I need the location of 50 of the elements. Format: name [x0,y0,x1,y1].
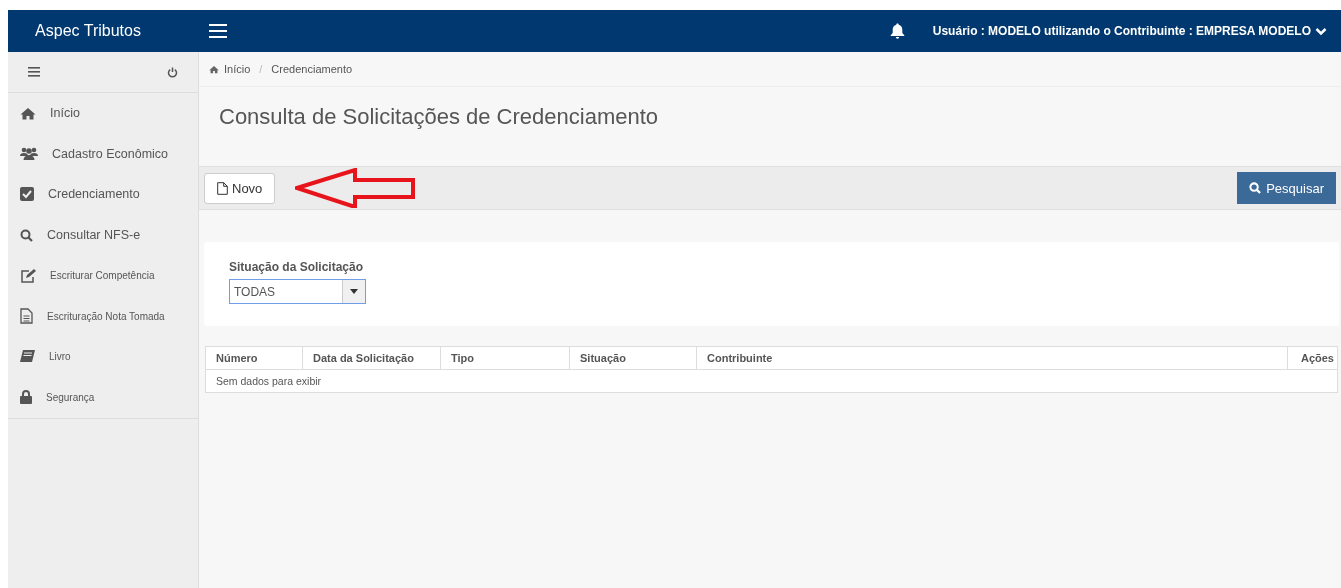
users-icon [20,147,38,161]
column-header[interactable]: Contribuinte [697,347,1288,369]
column-header[interactable]: Número [206,347,303,369]
field-label: Situação da Solicitação [229,260,365,274]
sidebar-item[interactable]: Cadastro Econômico [8,133,198,175]
status-dropdown[interactable]: TODAS [229,279,366,304]
sidebar-item[interactable]: Consultar NFS-e [8,214,198,256]
sidebar-item[interactable]: Credenciamento [8,174,198,215]
sidebar-label: Cadastro Econômico [52,146,169,161]
empty-message: Sem dados para exibir [215,374,323,389]
breadcrumb-link[interactable]: Início [224,63,251,75]
home-icon [20,106,36,120]
sidebar-item[interactable]: Segurança [8,377,198,418]
sidebar-item[interactable]: Escrituração Nota Tomada [8,295,198,337]
breadcrumb-link[interactable]: Credenciamento [271,63,353,75]
book-icon [20,349,35,364]
sidebar-item[interactable]: Escriturar Competência [8,255,198,296]
new-button[interactable]: Novo [204,172,276,204]
breadcrumb-separator: / [259,63,263,75]
edit-icon [20,268,36,283]
sidebar-item[interactable]: Início [8,93,198,134]
column-header[interactable]: Ações [1288,347,1337,369]
chevron-down-icon [1315,26,1327,36]
user-menu[interactable]: Usuário : MODELO utilizando o Contribuinte : EMPRESA MODELO [932,24,1327,38]
sidebar-label: Credenciamento [48,187,140,202]
search-icon [1249,182,1262,194]
bell-icon[interactable] [889,23,905,39]
caret-icon [350,289,358,294]
sidebar-label: Segurança [46,391,95,403]
document-icon [20,308,33,325]
sidebar-label: Livro [49,351,71,363]
sidebar-label: Escrituração Nota Tomada [47,310,165,322]
column-header[interactable]: Tipo [441,347,570,369]
column-header[interactable]: Situação [570,347,697,369]
menu-icon[interactable] [28,67,40,77]
sidebar-label: Início [50,106,80,121]
sidebar-label: Consultar NFS-e [47,228,141,243]
app-brand[interactable]: Aspec Tributos [8,22,168,40]
search-button[interactable]: Pesquisar [1237,172,1336,204]
column-header[interactable]: Data da Solicitação [303,347,441,369]
sidebar-label: Escriturar Competência [50,270,155,282]
power-icon[interactable] [167,66,178,78]
checkbox-icon [20,187,34,202]
lock-icon [20,390,32,405]
document-icon [217,181,228,195]
menu-icon[interactable] [209,24,227,38]
home-icon [209,64,219,74]
search-icon [20,228,33,242]
page-title: Consulta de Solicitações de Credenciamento [219,104,660,131]
sidebar-item[interactable]: Livro [8,336,198,378]
